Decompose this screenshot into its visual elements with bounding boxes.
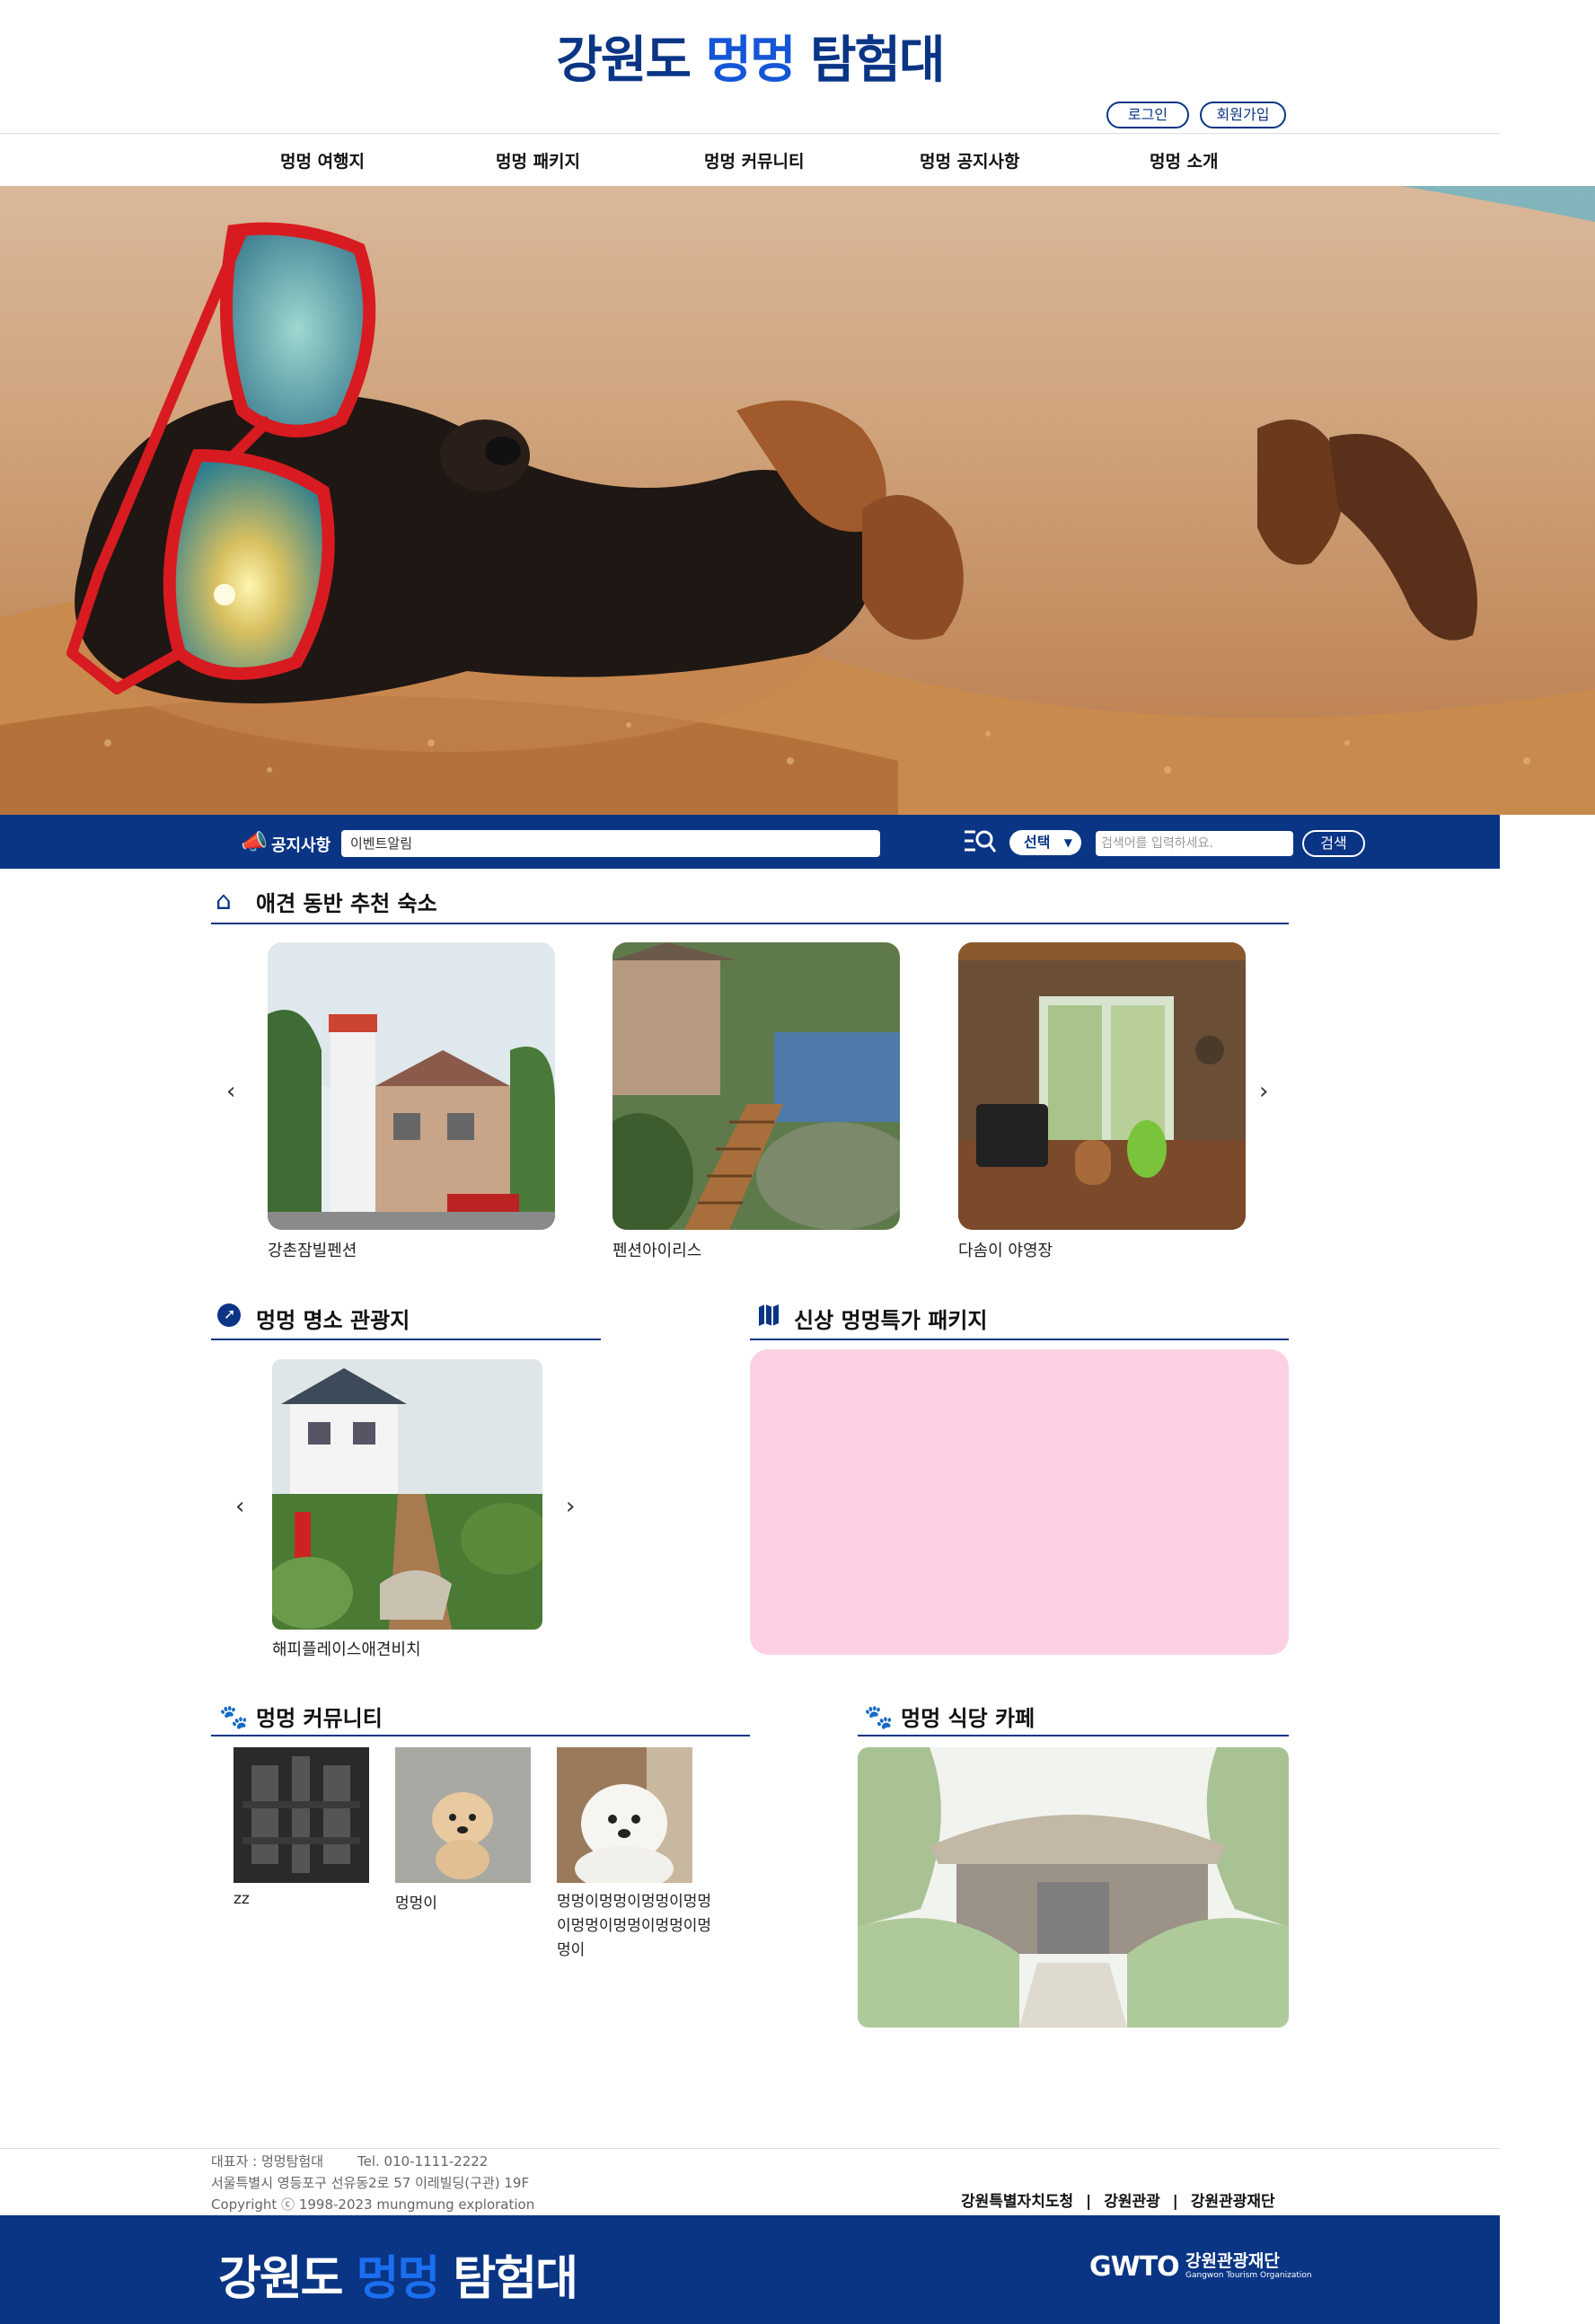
footer-rep: 대표자 : 멍멍탐험대 [211, 2153, 323, 2169]
section-divider [211, 1735, 750, 1736]
logo-text-1: 강원도 [556, 31, 706, 90]
logo-text-highlight: 멍멍 [705, 31, 796, 90]
accommodation-caption-2[interactable]: 펜션아이리스 [612, 1238, 701, 1261]
compass-icon: ➚ [217, 1303, 241, 1327]
accommodation-title: 애견 동반 추천 숙소 [256, 891, 437, 916]
community-post-title-1[interactable]: zz [234, 1890, 250, 1908]
section-divider [211, 923, 1289, 924]
map-icon [757, 1303, 780, 1327]
nav-item-travel[interactable]: 멍멍 여행지 [280, 148, 365, 172]
community-thumb-1[interactable] [234, 1747, 369, 1883]
community-thumb-2[interactable] [395, 1747, 531, 1883]
footer-address: 서울특별시 영등포구 선유동2로 57 이레빌딩(구관) 19F [211, 2175, 530, 2191]
accommodation-photo-2[interactable] [612, 942, 900, 1230]
chevron-down-icon: ▼ [1063, 836, 1072, 849]
package-banner[interactable] [750, 1349, 1289, 1655]
footer-link-foundation[interactable]: 강원관광재단 [1191, 2193, 1275, 2211]
package-title: 신상 멍멍특가 패키지 [794, 1308, 988, 1333]
paw-icon: 🐾 [864, 1704, 894, 1731]
community-thumb-3[interactable] [557, 1747, 692, 1891]
cafe-title: 멍멍 식당 카페 [901, 1706, 1035, 1731]
footer-link-tourism[interactable]: 강원관광 [1104, 2193, 1160, 2211]
footer-bar: 강원도 멍멍 탐험대 GWTO 강원관광재단 Gangwon Tourism O… [0, 2215, 1500, 2324]
tour-next-arrow[interactable]: › [566, 1493, 575, 1520]
nav-item-notice[interactable]: 멍멍 공지사항 [920, 148, 1020, 172]
tour-photo[interactable] [272, 1359, 542, 1630]
footer-copyright: Copyright ⓒ 1998-2023 mungmung explorati… [211, 2196, 535, 2213]
hero-banner-image [0, 186, 1595, 815]
footer-logo-highlight: 멍멍 [356, 2252, 441, 2306]
gwto-logo-name: 강원관광재단 [1185, 2251, 1280, 2271]
tour-prev-arrow[interactable]: ‹ [235, 1493, 244, 1520]
search-category-select[interactable]: 선택 ▼ [1009, 830, 1081, 855]
tour-caption[interactable]: 해피플레이스애견비치 [272, 1637, 421, 1660]
footer-logo-text-2: 탐험대 [438, 2252, 578, 2306]
notice-search-bar: 📣 공지사항 이벤트알림 선택 ▼ 검색어를 입력하세요. 검색 [0, 815, 1500, 869]
footer-tel: Tel. 010-1111-2222 [357, 2153, 489, 2169]
community-title: 멍멍 커뮤니티 [256, 1706, 383, 1731]
accommodation-photo-3[interactable] [958, 942, 1246, 1230]
cafe-photo[interactable] [858, 1747, 1289, 2028]
accommodation-prev-arrow[interactable]: ‹ [226, 1078, 235, 1105]
accommodation-caption-1[interactable]: 강촌잠빌펜션 [268, 1238, 357, 1261]
signup-button[interactable]: 회원가입 [1200, 102, 1286, 128]
gwto-logo-mark[interactable]: GWTO [1089, 2251, 1180, 2283]
footer-logo[interactable]: 강원도 멍멍 탐험대 [218, 2240, 578, 2308]
search-input[interactable]: 검색어를 입력하세요. [1096, 831, 1293, 856]
accommodation-next-arrow[interactable]: › [1259, 1078, 1268, 1105]
notice-ticker[interactable]: 이벤트알림 [341, 830, 880, 857]
main-nav: 멍멍 여행지 멍멍 패키지 멍멍 커뮤니티 멍멍 공지사항 멍멍 소개 [0, 133, 1500, 186]
section-divider [750, 1339, 1289, 1340]
footer-divider [0, 2148, 1500, 2149]
login-button[interactable]: 로그인 [1106, 102, 1189, 128]
gwto-logo-sub: Gangwon Tourism Organization [1185, 2271, 1312, 2280]
home-icon: ⌂ [216, 886, 232, 915]
community-post-title-3[interactable]: 멍멍이멍멍이멍멍이멍멍이멍멍이멍멍이멍멍이멍멍이 [557, 1890, 718, 1963]
notice-label: 공지사항 [271, 836, 331, 855]
tour-title: 멍멍 명소 관광지 [256, 1308, 410, 1333]
paw-icon: 🐾 [219, 1704, 249, 1731]
footer-link-province[interactable]: 강원특별자치도청 [961, 2193, 1073, 2211]
accommodation-photo-1[interactable] [268, 942, 555, 1230]
search-category-value: 선택 [1024, 834, 1051, 851]
section-divider [858, 1735, 1289, 1736]
megaphone-icon: 📣 [241, 829, 268, 854]
nav-item-about[interactable]: 멍멍 소개 [1150, 148, 1219, 172]
footer-info: 대표자 : 멍멍탐험대 Tel. 010-1111-2222 서울특별시 영등포구… [211, 2151, 534, 2215]
nav-item-package[interactable]: 멍멍 패키지 [496, 148, 580, 172]
accommodation-caption-3[interactable]: 다솜이 야영장 [958, 1238, 1053, 1261]
footer-logo-text-1: 강원도 [218, 2252, 357, 2306]
logo-text-2: 탐험대 [794, 31, 946, 90]
search-button[interactable]: 검색 [1302, 830, 1365, 857]
section-divider [211, 1339, 601, 1340]
footer-links: 강원특별자치도청 | 강원관광 | 강원관광재단 [961, 2193, 1275, 2211]
community-post-title-2[interactable]: 멍멍이 [395, 1890, 437, 1913]
nav-item-community[interactable]: 멍멍 커뮤니티 [704, 148, 805, 172]
list-search-icon [965, 830, 997, 853]
site-logo[interactable]: 강원도 멍멍 탐험대 [0, 20, 1500, 93]
